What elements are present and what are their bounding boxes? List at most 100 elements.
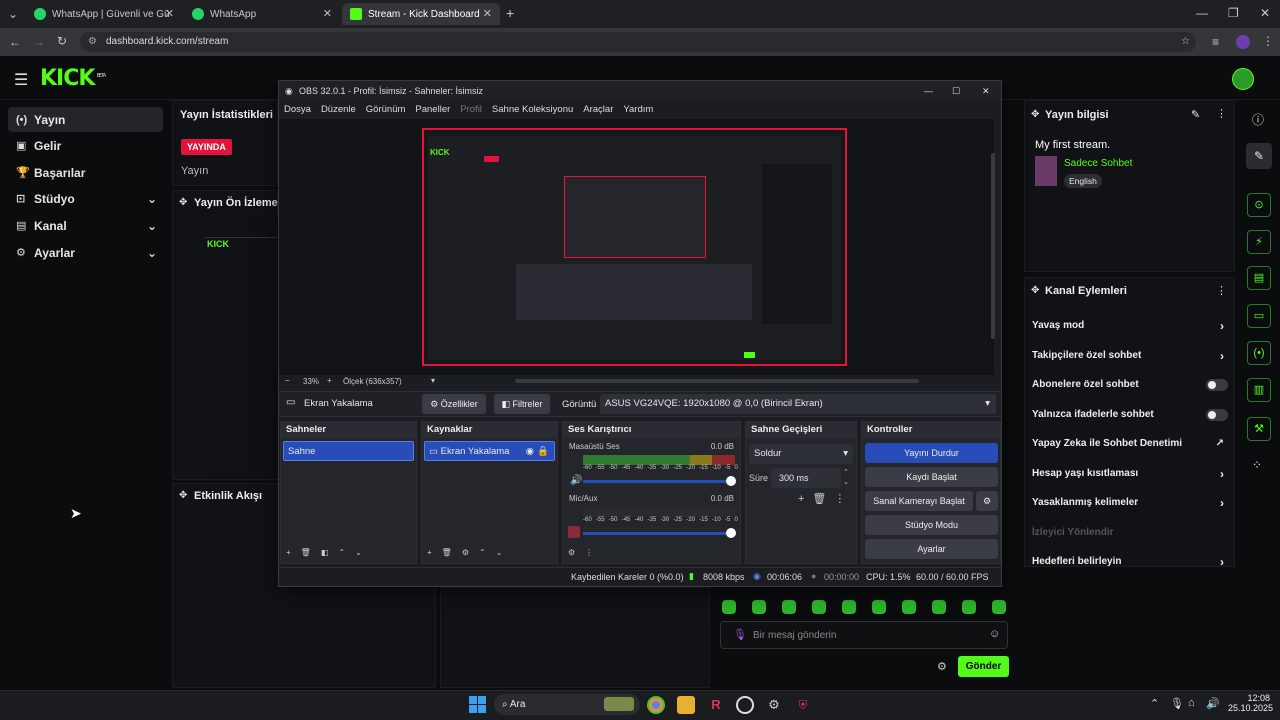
emote-icon[interactable] bbox=[962, 600, 976, 614]
kick-logo[interactable]: KICK BETA bbox=[40, 66, 106, 91]
stop-streaming-button[interactable]: Yayını Durdur bbox=[865, 443, 998, 463]
zoom-out-button[interactable]: − bbox=[285, 376, 290, 385]
emote-icon[interactable] bbox=[902, 600, 916, 614]
start-virtual-camera-button[interactable]: Sanal Kamerayı Başlat bbox=[865, 491, 973, 511]
volume-icon[interactable]: 🔊 bbox=[1206, 697, 1220, 710]
reload-icon[interactable]: ↻ bbox=[57, 34, 67, 48]
emote-icon[interactable] bbox=[842, 600, 856, 614]
edit-layout-icon[interactable]: ✎ bbox=[1246, 143, 1272, 169]
chevron-right-icon[interactable]: › bbox=[1220, 314, 1224, 338]
scene-item[interactable]: Sahne bbox=[283, 441, 414, 461]
chat-settings-gear-icon[interactable]: ⚙ bbox=[937, 660, 947, 673]
volume-slider-handle[interactable] bbox=[726, 476, 736, 486]
emote-icon[interactable] bbox=[992, 600, 1006, 614]
nav-item-kanal[interactable]: ▤ Kanal ⌄ bbox=[8, 213, 163, 238]
tab-whatsapp-1[interactable]: WhatsApp | Güvenli ve Güvenli ✕ bbox=[26, 3, 182, 25]
nav-item-ayarlar[interactable]: ⚙ Ayarlar ⌄ bbox=[8, 240, 163, 265]
tab-whatsapp-2[interactable]: WhatsApp ✕ bbox=[184, 3, 340, 25]
microphone-icon[interactable]: 🎙 bbox=[1170, 697, 1184, 710]
nav-item-studyo[interactable]: ⊡ Stüdyo ⌄ bbox=[8, 186, 163, 211]
obs-menu-item[interactable]: Paneller bbox=[415, 101, 450, 119]
new-tab-button[interactable]: + bbox=[506, 5, 514, 21]
category-link[interactable]: Sadece Sohbet bbox=[1064, 158, 1132, 169]
obs-menu-item[interactable]: Sahne Koleksiyonu bbox=[492, 101, 573, 119]
site-info-icon[interactable]: ⚙ bbox=[88, 32, 97, 52]
speaker-icon[interactable]: 🔊 bbox=[570, 475, 582, 486]
chrome-icon[interactable] bbox=[647, 696, 665, 714]
wrench-icon[interactable]: ⚒ bbox=[1247, 417, 1271, 441]
toggle-switch[interactable] bbox=[1206, 408, 1228, 421]
more-icon[interactable]: ⋮ bbox=[1216, 107, 1227, 120]
zoom-in-button[interactable]: + bbox=[327, 376, 332, 385]
channel-action-row[interactable]: Hesap yaşı kısıtlaması › bbox=[1032, 462, 1228, 486]
profile-avatar[interactable] bbox=[1236, 35, 1250, 49]
move-handle-icon[interactable]: ✥ bbox=[1031, 285, 1039, 296]
volume-slider[interactable] bbox=[583, 480, 731, 483]
obs-menu-item[interactable]: Düzenle bbox=[321, 101, 356, 119]
lock-icon[interactable]: 🔒 bbox=[537, 442, 549, 462]
tab-kick-dashboard[interactable]: Stream - Kick Dashboard ✕ bbox=[342, 3, 500, 25]
capture-icon[interactable]: ⊙ bbox=[1247, 193, 1271, 217]
channel-action-row[interactable]: Yavaş mod › bbox=[1032, 314, 1228, 338]
mic-icon[interactable]: 🎙 bbox=[733, 628, 747, 641]
lightning-icon[interactable]: ⚡ bbox=[1247, 230, 1271, 254]
media-icon[interactable]: ≡ bbox=[1212, 35, 1219, 49]
volume-slider-handle[interactable] bbox=[726, 528, 736, 538]
close-icon[interactable]: ✕ bbox=[165, 7, 174, 20]
transitions-toolbar[interactable]: +🗑⋮ bbox=[798, 492, 853, 505]
channel-action-row[interactable]: Takipçilere özel sohbet › bbox=[1032, 344, 1228, 368]
url-field[interactable]: ⚙ dashboard.kick.com/stream ☆ bbox=[80, 32, 1196, 52]
maximize-icon[interactable]: ☐ bbox=[952, 81, 960, 101]
move-handle-icon[interactable]: ✥ bbox=[179, 490, 187, 501]
send-button[interactable]: Gönder bbox=[958, 656, 1009, 677]
channel-action-row[interactable]: Hedefleri belirleyin › bbox=[1032, 550, 1228, 574]
rider-icon[interactable]: R bbox=[707, 696, 725, 714]
more-icon[interactable]: ⋮ bbox=[1216, 284, 1227, 297]
layout-icon[interactable]: ▥ bbox=[1247, 378, 1271, 402]
hamburger-menu-icon[interactable]: ☰ bbox=[14, 70, 28, 90]
user-avatar[interactable] bbox=[1232, 68, 1254, 90]
back-icon[interactable]: ← bbox=[9, 35, 21, 49]
file-explorer-icon[interactable] bbox=[677, 696, 695, 714]
screen-capture-preview[interactable]: KICK bbox=[422, 128, 847, 366]
chevron-right-icon[interactable]: › bbox=[1220, 462, 1224, 486]
toggle-switch[interactable] bbox=[1206, 379, 1228, 391]
channel-action-row[interactable]: Yalnızca ifadelerle sohbet bbox=[1032, 403, 1228, 427]
windows-start-icon[interactable] bbox=[469, 696, 486, 713]
steam-icon[interactable]: ⚙ bbox=[765, 696, 783, 714]
edit-pencil-icon[interactable]: ✎ bbox=[1191, 108, 1200, 121]
taskbar-search[interactable]: ⌕ Ara bbox=[494, 694, 640, 715]
move-handle-icon[interactable]: ✥ bbox=[179, 197, 187, 208]
volume-slider[interactable] bbox=[583, 532, 731, 535]
emote-icon[interactable] bbox=[782, 600, 796, 614]
move-handle-icon[interactable]: ✥ bbox=[1031, 109, 1039, 120]
menu-icon[interactable]: ⋮ bbox=[1262, 34, 1274, 48]
channel-action-row[interactable]: Abonelere özel sohbet bbox=[1032, 373, 1228, 397]
start-recording-button[interactable]: Kaydı Başlat bbox=[865, 467, 998, 487]
preview-vscrollbar[interactable] bbox=[991, 153, 995, 339]
chat-input[interactable]: 🎙 Bir mesaj gönderin ☺ bbox=[720, 621, 1008, 649]
obs-preview[interactable]: KICK bbox=[279, 119, 995, 375]
close-icon[interactable]: ✕ bbox=[982, 81, 990, 101]
info-icon[interactable]: ⓘ bbox=[1252, 111, 1264, 128]
emote-icon[interactable] bbox=[932, 600, 946, 614]
duration-field[interactable]: 300 ms bbox=[771, 468, 841, 488]
notes-icon[interactable]: ▤ bbox=[1247, 266, 1271, 290]
settings-button[interactable]: Ayarlar bbox=[865, 539, 998, 559]
properties-button[interactable]: ⚙ Özellikler bbox=[422, 394, 486, 414]
external-link-icon[interactable]: ↗ bbox=[1216, 432, 1224, 456]
mixer-toolbar[interactable]: ⚙⋮ bbox=[568, 548, 603, 557]
display-select[interactable]: ASUS VG24VQE: 1920x1080 @ 0,0 (Birincil … bbox=[600, 394, 996, 414]
shield-app-icon[interactable]: ⛨ bbox=[794, 696, 812, 714]
forward-icon[interactable]: → bbox=[33, 35, 45, 49]
mic-muted-icon[interactable] bbox=[568, 526, 580, 538]
emoji-icon[interactable]: ☺ bbox=[989, 628, 1000, 640]
sources-toolbar[interactable]: +🗑⚙⌃⌄ bbox=[427, 548, 512, 557]
scale-dropdown[interactable]: Ölçek (636x357) bbox=[343, 377, 402, 386]
preview-hscrollbar[interactable] bbox=[515, 379, 919, 383]
obs-menu-item[interactable]: Yardım bbox=[623, 101, 653, 119]
chevron-right-icon[interactable]: › bbox=[1220, 344, 1224, 368]
obs-taskbar-icon[interactable] bbox=[736, 696, 754, 714]
bookmark-star-icon[interactable]: ☆ bbox=[1181, 32, 1190, 52]
source-item[interactable]: ▭ Ekran Yakalama ◉ 🔒 bbox=[424, 441, 555, 461]
